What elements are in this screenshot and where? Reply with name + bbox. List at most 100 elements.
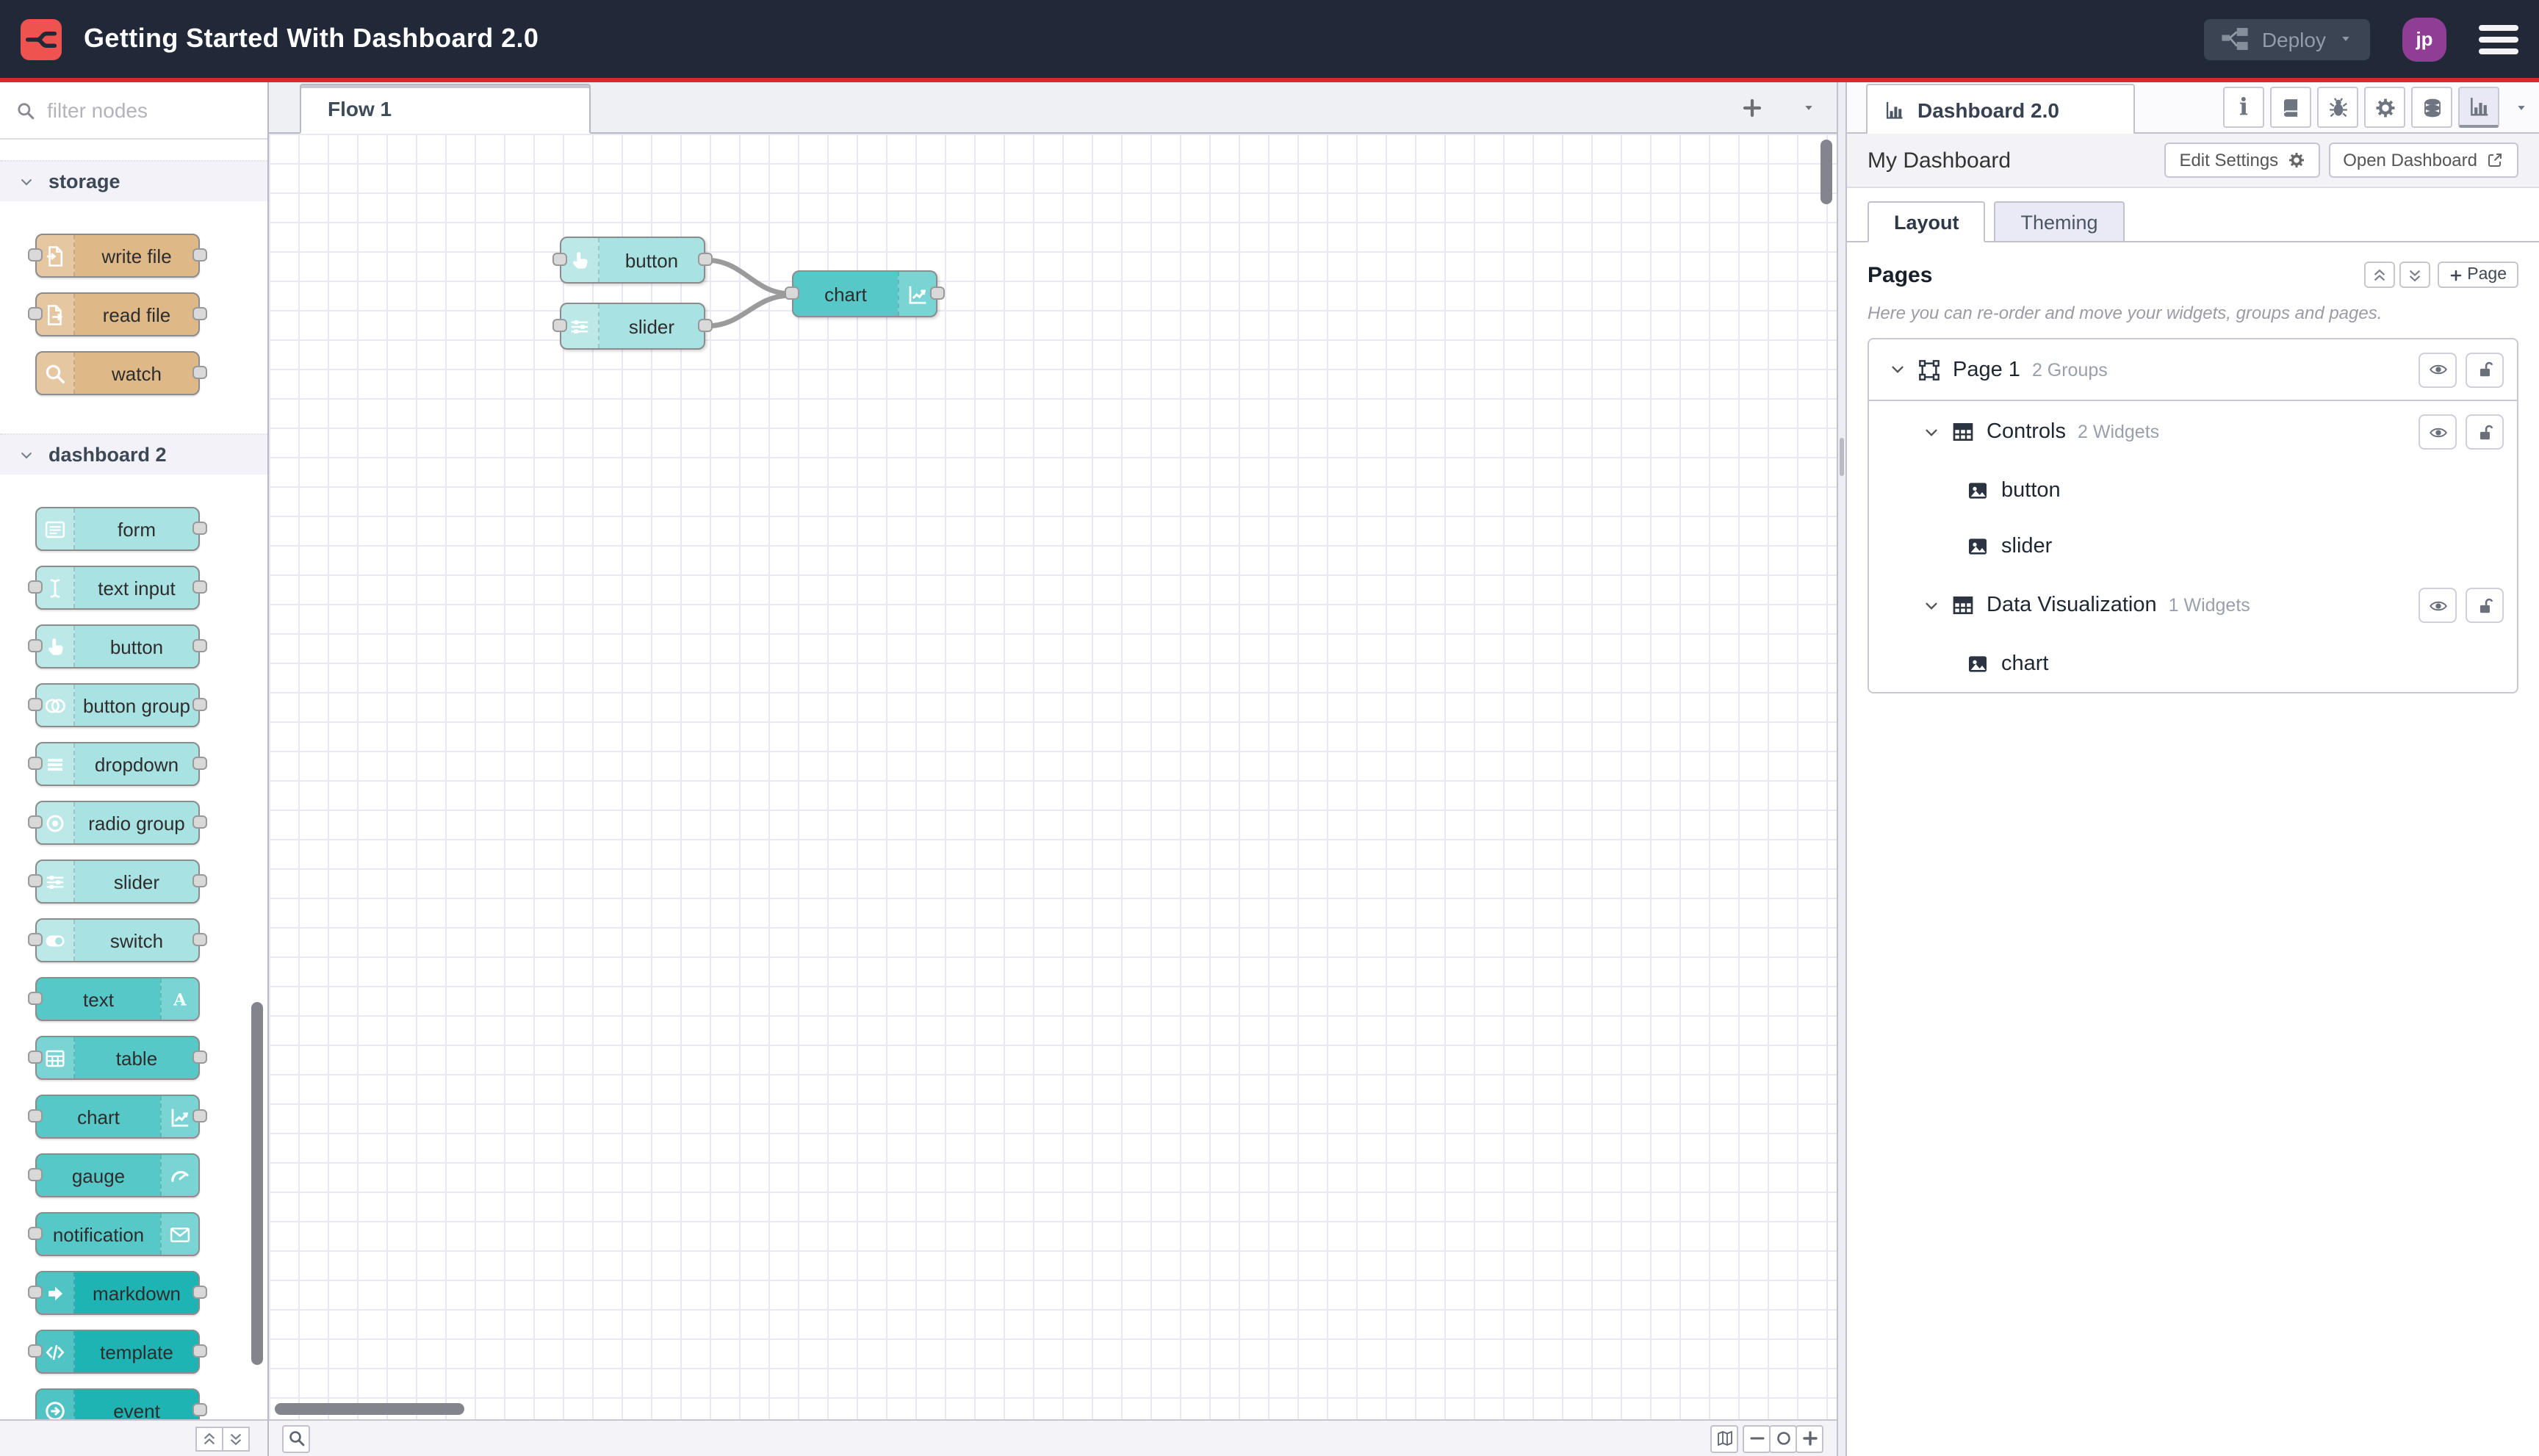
output-port[interactable] — [192, 1403, 207, 1416]
config-tab-button[interactable] — [2364, 87, 2405, 128]
palette-node-form[interactable]: form — [35, 507, 207, 551]
input-port[interactable] — [28, 698, 43, 711]
tab-dashboard-2[interactable]: Dashboard 2.0 — [1866, 84, 2135, 134]
flow-node-chart[interactable]: chart — [785, 270, 945, 317]
visibility-button[interactable] — [2419, 352, 2457, 387]
app-logo[interactable] — [21, 18, 62, 60]
palette-node-dropdown[interactable]: dropdown — [28, 742, 207, 786]
zoom-in-button[interactable] — [1796, 1424, 1823, 1452]
palette-node-text-input[interactable]: text input — [28, 566, 207, 610]
navigator-button[interactable] — [1710, 1424, 1738, 1452]
splitter-grip[interactable] — [1840, 438, 1844, 476]
output-port[interactable] — [698, 319, 713, 332]
flow-node-slider[interactable]: slider — [552, 303, 713, 350]
category-storage[interactable]: storage — [0, 160, 267, 201]
palette-node-event[interactable]: event — [35, 1388, 207, 1419]
lock-button[interactable] — [2466, 352, 2504, 387]
palette-node-write-file[interactable]: write file — [28, 234, 207, 278]
edit-settings-button[interactable]: Edit Settings — [2164, 143, 2320, 178]
hamburger-menu-icon[interactable] — [2479, 24, 2518, 54]
category-dashboard2[interactable]: dashboard 2 — [0, 433, 267, 475]
flow-node-button[interactable]: button — [552, 237, 713, 284]
output-port[interactable] — [192, 366, 207, 379]
avatar[interactable]: jp — [2402, 17, 2446, 61]
output-port[interactable] — [192, 580, 207, 594]
search-flows-button[interactable] — [282, 1424, 310, 1452]
palette-node-table[interactable]: table — [28, 1036, 207, 1080]
output-port[interactable] — [192, 1344, 207, 1358]
palette-node-text[interactable]: text A — [28, 977, 200, 1021]
debug-tab-button[interactable] — [2317, 87, 2358, 128]
output-port[interactable] — [192, 1286, 207, 1299]
input-port[interactable] — [28, 1109, 43, 1122]
deploy-button[interactable]: Deploy — [2204, 18, 2370, 60]
tree-row-widget-slider[interactable]: slider — [1869, 519, 2517, 574]
zoom-reset-button[interactable] — [1769, 1424, 1797, 1452]
tree-row-controls[interactable]: Controls 2 Widgets — [1869, 401, 2517, 463]
palette-node-notification[interactable]: notification — [28, 1212, 200, 1256]
tree-row-data-visualization[interactable]: Data Visualization 1 Widgets — [1869, 574, 2517, 636]
sidebar-menu-caret-icon[interactable] — [2514, 102, 2529, 112]
input-port[interactable] — [28, 307, 43, 320]
input-port[interactable] — [28, 933, 43, 946]
input-port[interactable] — [28, 1344, 43, 1358]
palette-node-radio-group[interactable]: radio group — [28, 801, 207, 845]
chevron-down-icon[interactable] — [1890, 361, 1906, 378]
flow-canvas[interactable]: button slider chart — [269, 134, 1837, 1419]
palette-node-template[interactable]: template — [28, 1330, 207, 1374]
output-port[interactable] — [192, 307, 207, 320]
input-port[interactable] — [28, 815, 43, 829]
panel-splitter[interactable] — [1837, 82, 1847, 1456]
tab-flow-1[interactable]: Flow 1 — [300, 84, 591, 134]
palette-node-slider[interactable]: slider — [28, 859, 207, 904]
output-port[interactable] — [930, 286, 945, 300]
output-port[interactable] — [192, 933, 207, 946]
input-port[interactable] — [552, 253, 567, 266]
palette-search[interactable] — [0, 82, 267, 140]
input-port[interactable] — [28, 1227, 43, 1240]
flow-list-dropdown-icon[interactable] — [1801, 102, 1816, 112]
canvas-horizontal-scrollbar[interactable] — [275, 1403, 464, 1415]
dashboard-tab-button[interactable] — [2458, 87, 2499, 128]
chevron-down-icon[interactable] — [2339, 34, 2352, 44]
lock-button[interactable] — [2466, 414, 2504, 450]
palette-node-gauge[interactable]: gauge — [28, 1153, 200, 1197]
tab-layout[interactable]: Layout — [1868, 201, 1986, 242]
output-port[interactable] — [192, 1109, 207, 1122]
input-port[interactable] — [28, 992, 43, 1005]
tree-row-widget-button[interactable]: button — [1869, 463, 2517, 519]
output-port[interactable] — [192, 757, 207, 770]
palette-node-switch[interactable]: switch — [28, 918, 207, 962]
palette-node-chart[interactable]: chart — [28, 1095, 207, 1139]
input-port[interactable] — [785, 286, 799, 300]
input-port[interactable] — [28, 1050, 43, 1064]
visibility-button[interactable] — [2419, 588, 2457, 623]
collapse-all-button[interactable] — [195, 1426, 223, 1451]
zoom-out-button[interactable] — [1743, 1424, 1771, 1452]
input-port[interactable] — [28, 757, 43, 770]
lock-button[interactable] — [2466, 588, 2504, 623]
output-port[interactable] — [192, 1050, 207, 1064]
chevron-down-icon[interactable] — [1923, 424, 1940, 440]
tree-row-page-1[interactable]: Page 1 2 Groups — [1869, 339, 2517, 401]
input-port[interactable] — [28, 1286, 43, 1299]
palette-node-read-file[interactable]: read file — [28, 292, 207, 336]
palette-node-markdown[interactable]: markdown — [28, 1271, 207, 1315]
canvas-vertical-scrollbar[interactable] — [1820, 140, 1832, 204]
palette-node-button[interactable]: button — [28, 624, 207, 668]
output-port[interactable] — [192, 522, 207, 535]
expand-all-button[interactable] — [222, 1426, 250, 1451]
palette-node-watch[interactable]: watch — [35, 351, 207, 395]
add-flow-button[interactable] — [1741, 96, 1763, 118]
open-dashboard-button[interactable]: Open Dashboard — [2328, 143, 2518, 178]
tree-row-widget-chart[interactable]: chart — [1869, 636, 2517, 692]
search-input[interactable] — [47, 98, 251, 122]
output-port[interactable] — [192, 639, 207, 652]
input-port[interactable] — [552, 319, 567, 332]
move-down-button[interactable] — [2399, 262, 2431, 288]
tab-theming[interactable]: Theming — [1994, 201, 2125, 242]
add-page-button[interactable]: Page — [2438, 262, 2518, 288]
palette-scrollbar[interactable] — [251, 1002, 263, 1365]
output-port[interactable] — [698, 253, 713, 266]
output-port[interactable] — [192, 698, 207, 711]
